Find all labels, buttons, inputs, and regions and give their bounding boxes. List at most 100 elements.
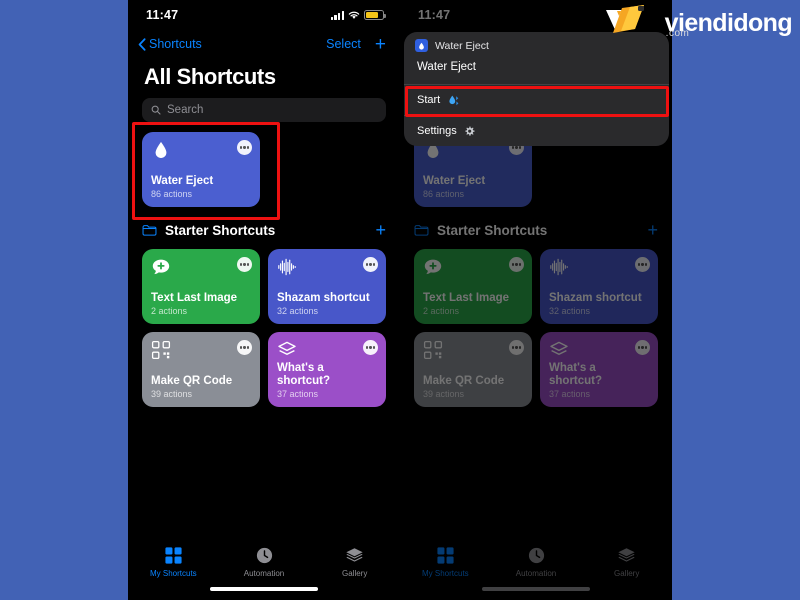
- grid-icon: [165, 547, 182, 564]
- card-menu-button[interactable]: [363, 340, 378, 355]
- shortcut-actions-count: 37 actions: [549, 389, 591, 399]
- folder-add-button[interactable]: +: [647, 221, 658, 239]
- tab-label: Automation: [243, 569, 285, 578]
- shortcut-card-whats-a-shortcut[interactable]: What's a shortcut? 37 actions: [540, 332, 658, 407]
- shortcut-name: Text Last Image: [423, 291, 510, 304]
- context-menu-shortcut-title: Water Eject: [404, 58, 669, 85]
- signal-bars-icon: [330, 10, 344, 20]
- shortcut-card-text-last-image[interactable]: Text Last Image 2 actions: [142, 249, 260, 324]
- add-shortcut-button[interactable]: +: [375, 35, 386, 54]
- context-menu-item-settings[interactable]: Settings: [404, 116, 669, 146]
- folder-header-left: Starter Shortcuts: [414, 223, 547, 238]
- shortcut-actions-count: 86 actions: [151, 189, 193, 199]
- shortcut-card-shazam[interactable]: Shazam shortcut 32 actions: [268, 249, 386, 324]
- waveform-icon: [550, 258, 568, 276]
- shortcut-name: Text Last Image: [151, 291, 238, 304]
- phone-screenshot-right: 11:47 Shortcuts Select + All Shortcuts S…: [400, 0, 672, 600]
- search-container: Search: [128, 98, 400, 122]
- folder-icon: [414, 225, 429, 236]
- tab-label: My Shortcuts: [421, 569, 469, 578]
- shortcut-card-text-last-image[interactable]: Text Last Image 2 actions: [414, 249, 532, 324]
- shortcut-actions-count: 39 actions: [423, 389, 465, 399]
- folder-icon: [142, 225, 157, 236]
- starter-shortcuts-grid: Text Last Image 2 actions Shazam shortcu…: [128, 239, 400, 407]
- tab-label: Gallery: [342, 569, 368, 578]
- shortcut-name: Make QR Code: [423, 374, 505, 387]
- qr-code-icon: [151, 340, 171, 360]
- search-placeholder: Search: [167, 104, 204, 116]
- home-indicator: [482, 587, 590, 591]
- folder-header-left: Starter Shortcuts: [142, 223, 275, 238]
- waveform-icon: [278, 258, 296, 276]
- navigation-bar: Shortcuts Select +: [128, 30, 400, 58]
- clock-icon: [256, 547, 272, 564]
- context-menu: Water Eject Water Eject Start Settings: [404, 32, 669, 146]
- tab-my-shortcuts[interactable]: My Shortcuts: [400, 546, 491, 578]
- shortcut-actions-count: 37 actions: [277, 389, 319, 399]
- card-menu-button[interactable]: [237, 140, 252, 155]
- tab-label: Gallery: [614, 569, 640, 578]
- clock-icon: [528, 547, 544, 564]
- shortcut-card-make-qr-code[interactable]: Make QR Code 39 actions: [414, 332, 532, 407]
- shortcut-name: Shazam shortcut: [277, 291, 370, 304]
- viendidong-logo-icon: [605, 5, 644, 33]
- water-drop-icon: [155, 142, 167, 158]
- back-button[interactable]: Shortcuts: [138, 37, 202, 51]
- context-menu-item-label: Start: [417, 94, 441, 106]
- tab-label: My Shortcuts: [149, 569, 197, 578]
- shortcut-card-water-eject[interactable]: Water Eject 86 actions: [142, 132, 260, 207]
- nav-right-actions: Select +: [326, 35, 386, 54]
- layers-icon: [278, 341, 296, 355]
- shortcut-card-whats-a-shortcut[interactable]: What's a shortcut? 37 actions: [268, 332, 386, 407]
- search-input[interactable]: Search: [142, 98, 386, 122]
- watermark-tld: .com: [665, 27, 690, 39]
- shortcut-actions-count: 32 actions: [277, 306, 319, 316]
- tab-bar: My Shortcuts Automation Gallery: [128, 538, 400, 600]
- folder-title: Starter Shortcuts: [437, 222, 548, 238]
- status-bar-time: 11:47: [418, 8, 451, 22]
- tab-my-shortcuts[interactable]: My Shortcuts: [128, 546, 219, 578]
- card-menu-button[interactable]: [237, 257, 252, 272]
- shortcut-name: Water Eject: [423, 174, 486, 187]
- grid-icon: [437, 547, 454, 564]
- battery-icon: [364, 10, 386, 20]
- tab-automation[interactable]: Automation: [491, 546, 582, 578]
- shortcut-actions-count: 86 actions: [423, 189, 465, 199]
- context-menu-item-label: Settings: [417, 125, 457, 137]
- shortcut-card-shazam[interactable]: Shazam shortcut 32 actions: [540, 249, 658, 324]
- chevron-left-icon: [138, 37, 146, 51]
- starter-shortcuts-grid: Text Last Image 2 actions Shazam shortcu…: [400, 239, 672, 407]
- card-menu-button[interactable]: [509, 340, 524, 355]
- context-menu-item-start[interactable]: Start: [404, 85, 669, 116]
- water-drop-app-icon: [415, 39, 428, 52]
- card-menu-button[interactable]: [509, 257, 524, 272]
- tab-gallery[interactable]: Gallery: [581, 546, 672, 578]
- layers-icon: [346, 548, 363, 562]
- message-plus-icon: [424, 259, 442, 275]
- folder-header: Starter Shortcuts +: [400, 207, 672, 239]
- gear-icon: [465, 126, 475, 136]
- home-indicator: [210, 587, 318, 591]
- card-menu-button[interactable]: [635, 340, 650, 355]
- shortcut-actions-count: 39 actions: [151, 389, 193, 399]
- wifi-icon: [348, 11, 360, 20]
- watermark-text: viendidong .com: [665, 10, 793, 39]
- folder-title: Starter Shortcuts: [165, 222, 276, 238]
- watermark: viendidong .com: [604, 2, 793, 44]
- shortcut-name: Water Eject: [151, 174, 214, 187]
- back-button-label: Shortcuts: [149, 37, 202, 51]
- card-menu-button[interactable]: [363, 257, 378, 272]
- shortcut-actions-count: 32 actions: [549, 306, 591, 316]
- select-button[interactable]: Select: [326, 37, 361, 51]
- tab-automation[interactable]: Automation: [219, 546, 310, 578]
- shortcut-card-make-qr-code[interactable]: Make QR Code 39 actions: [142, 332, 260, 407]
- card-menu-button[interactable]: [237, 340, 252, 355]
- card-menu-button[interactable]: [635, 257, 650, 272]
- search-icon: [151, 105, 161, 115]
- screenshot-stage: 11:47 Shortcuts Select + All Shortcuts S…: [0, 0, 800, 600]
- tab-gallery[interactable]: Gallery: [309, 546, 400, 578]
- folder-add-button[interactable]: +: [375, 221, 386, 239]
- message-plus-icon: [152, 259, 170, 275]
- tab-label: Automation: [515, 569, 557, 578]
- shortcut-actions-count: 2 actions: [423, 306, 460, 316]
